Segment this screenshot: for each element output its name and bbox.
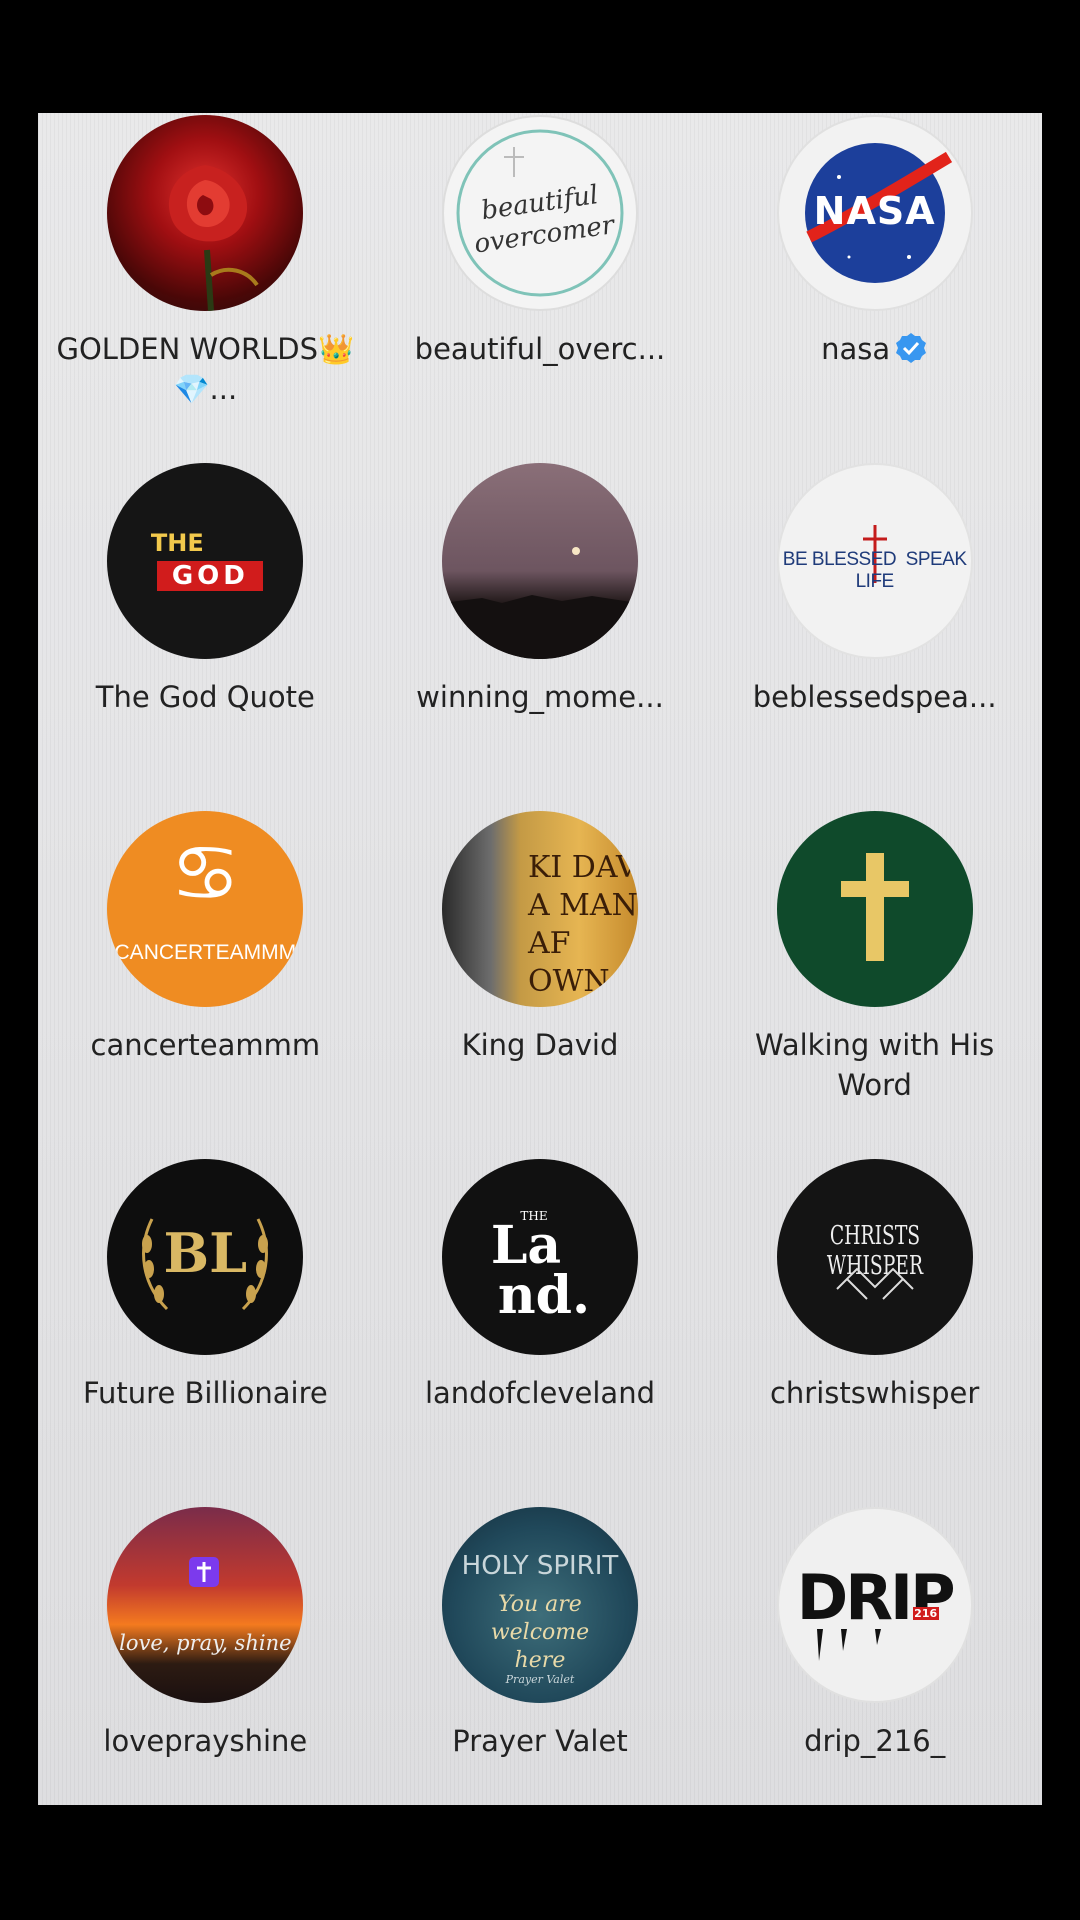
account-grid: GOLDEN WORLDS👑💎... beautiful overcomer b… bbox=[38, 113, 1042, 1805]
verified-badge-icon bbox=[896, 333, 927, 363]
account-name[interactable]: GOLDEN WORLDS👑💎... bbox=[55, 329, 355, 409]
account-tile[interactable]: HOLY SPIRIT You are welcome here Prayer … bbox=[373, 1505, 708, 1805]
avatar-logo-text: BL bbox=[163, 1221, 248, 1285]
account-name[interactable]: Prayer Valet bbox=[390, 1721, 690, 1761]
account-tile[interactable]: ♋ CANCERTEAMMM cancerteammm bbox=[38, 809, 373, 1157]
avatar-logo-text: Prayer Valet bbox=[505, 1673, 575, 1686]
account-tile[interactable]: KI DAV A MAN AF OWN King David bbox=[373, 809, 708, 1157]
avatar-logo-text: BE BLESSED SPEAK LIFE bbox=[782, 549, 967, 592]
be-blessed-avatar[interactable]: BE BLESSED SPEAK LIFE bbox=[776, 463, 973, 659]
account-tile[interactable]: CHRISTS WHISPER christswhisper bbox=[707, 1157, 1042, 1505]
avatar-logo-text: THE bbox=[150, 529, 204, 557]
account-name[interactable]: King David bbox=[390, 1025, 690, 1065]
account-tile[interactable]: BE BLESSED SPEAK LIFE beblessedspea... bbox=[707, 461, 1042, 809]
account-name[interactable]: christswhisper bbox=[725, 1373, 1025, 1413]
account-tile[interactable]: beautiful overcomer beautiful_overc... bbox=[373, 113, 708, 461]
account-tile[interactable]: THE La nd. landofcleveland bbox=[373, 1157, 708, 1505]
avatar-logo-text: love, pray, shine bbox=[119, 1631, 292, 1655]
account-tile[interactable]: NASA nasa bbox=[707, 113, 1042, 461]
nasa-avatar[interactable]: NASA bbox=[776, 115, 973, 311]
rose-avatar[interactable] bbox=[107, 115, 304, 311]
account-tile[interactable]: DRIP 216 drip_216_ bbox=[707, 1505, 1042, 1805]
account-name[interactable]: cancerteammm bbox=[55, 1025, 355, 1065]
christs-whisper-avatar[interactable]: CHRISTS WHISPER bbox=[776, 1159, 973, 1355]
avatar-logo-text: HOLY SPIRIT bbox=[461, 1551, 619, 1581]
account-name[interactable]: landofcleveland bbox=[390, 1373, 690, 1413]
account-tile[interactable]: BL Future Billionaire bbox=[38, 1157, 373, 1505]
account-tile[interactable]: GOLDEN WORLDS👑💎... bbox=[38, 113, 373, 461]
avatar-logo-text: GOD bbox=[157, 561, 264, 591]
bl-avatar[interactable]: BL bbox=[107, 1159, 304, 1355]
account-name[interactable]: beautiful_overc... bbox=[390, 329, 690, 369]
drip-avatar[interactable]: DRIP 216 bbox=[776, 1507, 973, 1703]
account-tile[interactable]: THE GOD The God Quote bbox=[38, 461, 373, 809]
account-name[interactable]: The God Quote bbox=[55, 677, 355, 717]
avatar-logo-text: nd. bbox=[497, 1265, 591, 1326]
account-name[interactable]: Future Billionaire bbox=[55, 1373, 355, 1413]
cross-avatar[interactable] bbox=[776, 811, 973, 1007]
account-tile[interactable]: winning_mome... bbox=[373, 461, 708, 809]
account-tile[interactable]: love, pray, shine loveprayshine bbox=[38, 1505, 373, 1805]
avatar-logo-text: You are welcome here bbox=[490, 1592, 590, 1673]
the-god-quote-avatar[interactable]: THE GOD bbox=[107, 463, 304, 659]
avatar-logo-text: NASA bbox=[813, 189, 936, 233]
account-tile[interactable]: Walking with His Word bbox=[707, 809, 1042, 1157]
cancer-avatar[interactable]: ♋ CANCERTEAMMM bbox=[107, 811, 304, 1007]
cancer-symbol-icon: ♋ bbox=[170, 829, 241, 919]
screen: GOLDEN WORLDS👑💎... beautiful overcomer b… bbox=[38, 113, 1042, 1805]
avatar-logo-text: KI DAV A MAN AF OWN bbox=[527, 850, 638, 999]
thorns-icon bbox=[835, 1267, 914, 1300]
holy-spirit-avatar[interactable]: HOLY SPIRIT You are welcome here Prayer … bbox=[441, 1507, 638, 1703]
avatar-logo-text: CANCERTEAMMM bbox=[114, 941, 297, 964]
account-name[interactable]: winning_mome... bbox=[390, 677, 690, 717]
land-avatar[interactable]: THE La nd. bbox=[441, 1159, 638, 1355]
sunset-avatar[interactable] bbox=[441, 463, 638, 659]
account-name[interactable]: Walking with His Word bbox=[725, 1025, 1025, 1105]
king-david-avatar[interactable]: KI DAV A MAN AF OWN bbox=[441, 811, 638, 1007]
account-name[interactable]: beblessedspea... bbox=[725, 677, 1025, 717]
account-name[interactable]: drip_216_ bbox=[725, 1721, 1025, 1761]
cross-icon bbox=[840, 853, 909, 961]
account-name[interactable]: loveprayshine bbox=[55, 1721, 355, 1761]
love-pray-shine-avatar[interactable]: love, pray, shine bbox=[107, 1507, 304, 1703]
drip-icon bbox=[816, 1629, 881, 1661]
account-name-row[interactable]: nasa bbox=[725, 329, 1025, 369]
beautiful-overcomer-avatar[interactable]: beautiful overcomer bbox=[441, 115, 638, 311]
account-name[interactable]: nasa bbox=[821, 332, 890, 366]
